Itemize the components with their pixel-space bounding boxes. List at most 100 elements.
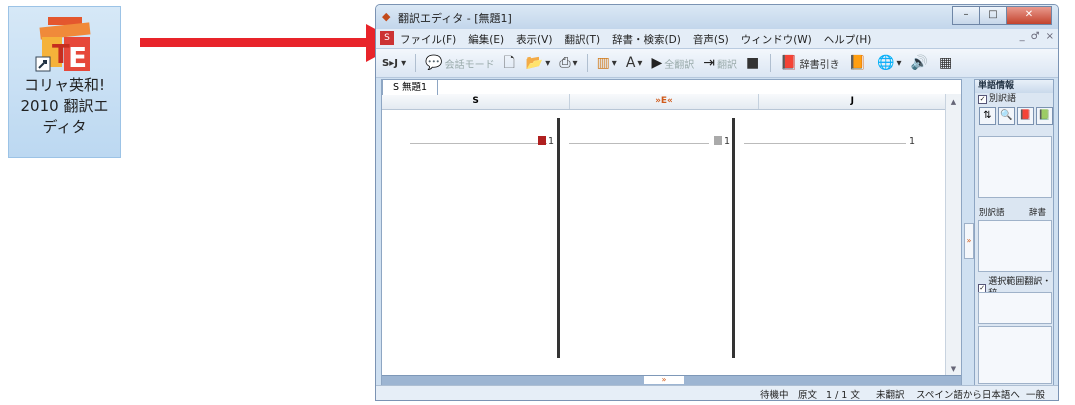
mdi-restore-button[interactable]: ♂ [1031,31,1040,42]
splitter-grip-icon[interactable]: » [644,376,684,384]
menu-dictionary-search[interactable]: 辞書・検索(D) [612,32,681,47]
menu-bar: S ファイル(F) 編集(E) 表示(V) 翻訳(T) 辞書・検索(D) 音声(… [376,29,1058,49]
translation-editor-window: ◆ 翻訳エディタ - [無題1] – □ ✕ S ファイル(F) 編集(E) 表… [375,4,1059,401]
panel-tool-row: ⇅ 🔍 📕 📗 [975,107,1053,125]
english-row-line [569,143,709,144]
translate-arrow-icon: ⇥ [703,55,715,71]
japanese-row-line [744,143,906,144]
menu-voice[interactable]: 音声(S) [693,32,729,47]
conversation-mode-button[interactable]: 💬 会話モード [425,56,494,71]
dictionary-icon: 📕 [780,55,798,71]
new-document-button[interactable]: 🗋 [504,56,517,70]
menu-help[interactable]: ヘルプ(H) [824,32,872,47]
svg-text:E: E [68,41,87,74]
pane-divider[interactable] [557,118,560,358]
printer-icon: ⎙ [559,55,571,71]
toolbar-separator [415,54,417,72]
horizontal-splitter[interactable]: » [382,375,961,385]
layout-columns-button[interactable]: ▥ ▾ [597,56,617,70]
stop-icon: ■ [745,55,760,71]
conversation-mode-label: 会話モード [444,59,495,71]
translate-button[interactable]: ⇥ 翻訳 [703,56,737,71]
status-counter: 1 / 1 文 [826,390,860,401]
untranslated-marker-icon [538,136,546,145]
window-title: 翻訳エディタ - [無題1] [398,12,512,25]
book-icon[interactable]: 📗 [1036,107,1053,125]
word-up-icon[interactable]: ⇅ [979,107,996,125]
dictionary-edit-icon[interactable]: 📕 [1017,107,1034,125]
dictionary-lookup-button[interactable]: 📕 辞書引き [780,56,839,71]
range-translate-output[interactable] [978,326,1052,384]
vertical-scrollbar[interactable]: ▲ ▼ [945,94,961,377]
minimize-button[interactable]: – [952,6,980,25]
status-direction: スペイン語から日本語へ [916,390,1020,401]
desktop-shortcut-icon[interactable]: T E コリャ英和! 2010 翻訳エ ディタ [8,6,121,158]
toolbar-separator [770,54,772,72]
source-row-number: 1 [548,136,555,147]
stop-button[interactable]: ■ [746,56,761,70]
user-dictionary-button[interactable]: 📙 [849,56,868,70]
menu-file[interactable]: ファイル(F) [400,32,456,47]
font-icon: A [625,55,636,71]
speaker-icon: 🔊 [910,55,928,71]
document-tab[interactable]: S 無題1 [382,79,439,95]
alt-words-checkbox[interactable]: ✓ 別訳語 [975,93,1053,105]
japanese-row-number: 1 [909,136,916,147]
column-header: S »E« J [382,94,947,110]
range-translate-box[interactable] [978,292,1052,324]
dictionary-list[interactable] [978,220,1052,272]
column-header-source[interactable]: S [382,94,571,109]
desktop-icon-label: コリャ英和! 2010 翻訳エ ディタ [20,76,109,136]
font-button[interactable]: A ▾ [626,56,643,70]
alt-words-list[interactable] [978,136,1052,198]
toolbar: S▸J ▾ 💬 会話モード 🗋 📂 ▾ ⎙ ▾ ▥ ▾ A ▾ ▶ 全翻訳 ⇥ 翻訳 ■ 📕 辞… [376,49,1058,78]
mdi-close-button[interactable]: × [1046,31,1054,42]
scroll-down-icon[interactable]: ▼ [946,365,961,373]
menu-window[interactable]: ウィンドウ(W) [741,32,812,47]
document-pane: S 無題1 S »E« J 1 1 1 ▲ ▼ » [381,79,962,386]
speech-bubble-icon: 💬 [425,55,443,71]
dictionary-lookup-label: 辞書引き [799,59,840,71]
window-controls: – □ ✕ [952,6,1052,25]
dictionary-label: 辞書 [1029,208,1047,218]
grid-icon: ▦ [938,55,953,71]
menu-edit[interactable]: 編集(E) [468,32,504,47]
column-header-english[interactable]: »E« [570,94,759,109]
search-icon[interactable]: 🔍 [998,107,1015,125]
print-button[interactable]: ⎙ ▾ [559,56,577,70]
mdi-minimize-button[interactable]: _ [1020,31,1025,42]
word-info-panel: 単語情報 ✓別訳語 ⇅ 🔍 📕 📗 別訳語 辞書 ✓選択範囲翻訳・辞 [974,79,1054,386]
mdi-controls: _ ♂ × [1020,31,1054,42]
menu-view[interactable]: 表示(V) [516,32,552,47]
web-button[interactable]: 🌐 ▾ [877,56,901,70]
word-info-title: 単語情報 [975,80,1053,93]
pane-divider[interactable] [732,118,735,358]
toolbar-separator [586,54,588,72]
panel-toggle-grip-icon[interactable]: » [964,223,974,259]
english-row-number: 1 [724,136,731,147]
translation-editor-logo-icon: T E [35,17,91,74]
menu-translate[interactable]: 翻訳(T) [564,32,600,47]
status-original: 原文 [798,390,818,401]
alt-words-label: 別訳語 [979,208,1005,218]
title-bar[interactable]: ◆ 翻訳エディタ - [無題1] – □ ✕ [376,5,1058,29]
keyboard-button[interactable]: ▦ [939,56,954,70]
status-untranslated: 未翻訳 [876,390,905,401]
language-direction-button[interactable]: S▸J ▾ [382,58,406,69]
close-button[interactable]: ✕ [1006,6,1052,25]
open-folder-button[interactable]: 📂 ▾ [526,56,550,70]
language-direction-label: S▸J [382,57,398,69]
status-state: 待機中 [760,390,789,401]
column-header-japanese[interactable]: J [759,94,947,109]
maximize-button[interactable]: □ [979,6,1007,25]
globe-icon: 🌐 [877,55,895,71]
columns-icon: ▥ [596,55,610,71]
translate-label: 翻訳 [716,59,737,71]
new-file-icon: 🗋 [503,55,515,71]
scroll-up-icon[interactable]: ▲ [946,98,961,106]
play-icon: ▶ [651,55,663,71]
line-marker-icon [714,136,722,145]
document-icon[interactable]: S [380,31,394,45]
translate-all-button[interactable]: ▶ 全翻訳 [651,56,694,71]
speech-button[interactable]: 🔊 [911,56,930,70]
